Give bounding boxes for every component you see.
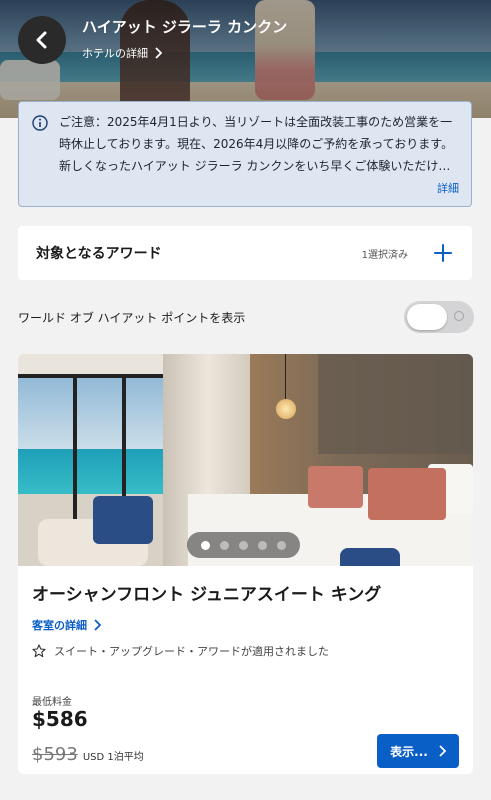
upgrade-note: スイート・アップグレード・アワードが適用されました — [32, 643, 459, 659]
hotel-name: ハイアット ジラーラ カンクン — [82, 18, 288, 36]
points-toggle-row: ワールド オブ ハイアット ポイントを表示 — [18, 300, 474, 334]
chevron-right-icon — [439, 745, 446, 757]
photo-lamp — [276, 399, 296, 419]
carousel-dot[interactable] — [277, 540, 286, 550]
price-unit: USD 1泊平均 — [82, 752, 144, 763]
photo-pillow — [368, 468, 446, 520]
hotel-details-link[interactable]: ホテルの詳細 — [82, 45, 162, 61]
chevron-left-icon — [36, 31, 47, 49]
photo-lamp-cord — [285, 354, 286, 400]
chevron-right-icon — [94, 619, 101, 631]
photo-panel — [318, 354, 473, 454]
view-rates-button[interactable]: 表示... — [377, 734, 459, 768]
star-outline-icon — [32, 644, 46, 658]
photo-window-frame — [18, 374, 168, 378]
notice-more-link[interactable]: 詳細 — [437, 180, 459, 196]
eligible-awards-row[interactable]: 対象となるアワード 1選択済み — [18, 226, 472, 280]
chevron-right-icon — [155, 47, 162, 59]
original-price-row: $593 USD 1泊平均 — [32, 744, 144, 765]
photo-window-frame — [73, 374, 77, 524]
original-price: $593 — [32, 744, 78, 765]
toggle-knob — [407, 304, 447, 330]
carousel-dot[interactable] — [220, 540, 229, 550]
hotel-details-label: ホテルの詳細 — [82, 47, 148, 60]
awards-title: 対象となるアワード — [36, 246, 162, 262]
plus-icon[interactable] — [432, 242, 454, 264]
room-name: オーシャンフロント ジュニアスイート キング — [32, 585, 382, 605]
room-photo[interactable] — [18, 354, 473, 566]
awards-selected-count: 1選択済み — [361, 249, 408, 261]
photo-sky — [18, 374, 168, 454]
room-price: $586 — [32, 707, 88, 731]
view-rates-label: 表示... — [390, 744, 428, 759]
upgrade-note-text: スイート・アップグレード・アワードが適用されました — [54, 645, 329, 658]
room-info: オーシャンフロント ジュニアスイート キング 客室の詳細 スイート・アップグレー… — [18, 566, 473, 774]
closure-notice: ご注意：2025年4月1日より、当リゾートは全面改装工事のため営業を一時休止して… — [18, 101, 472, 207]
points-toggle-label: ワールド オブ ハイアット ポイントを表示 — [18, 310, 246, 325]
carousel-dot[interactable] — [239, 540, 248, 550]
room-details-label: 客室の詳細 — [32, 619, 87, 632]
info-icon — [32, 115, 48, 131]
room-details-link[interactable]: 客室の詳細 — [32, 617, 459, 633]
notice-text: ご注意：2025年4月1日より、当リゾートは全面改装工事のため営業を一時休止して… — [59, 115, 454, 173]
carousel-dot[interactable] — [201, 540, 210, 550]
photo-ocean — [18, 449, 168, 499]
room-card: オーシャンフロント ジュニアスイート キング 客室の詳細 スイート・アップグレー… — [18, 354, 473, 774]
toggle-off-indicator — [454, 311, 464, 321]
photo-pillow — [308, 466, 363, 508]
min-rate-label: 最低料金 — [32, 697, 72, 708]
carousel-indicator — [187, 532, 300, 558]
photo-cushion — [340, 548, 400, 566]
points-toggle-switch[interactable] — [404, 301, 474, 333]
carousel-dot[interactable] — [258, 540, 267, 550]
photo-cushion — [93, 496, 153, 544]
back-button[interactable] — [18, 16, 66, 64]
